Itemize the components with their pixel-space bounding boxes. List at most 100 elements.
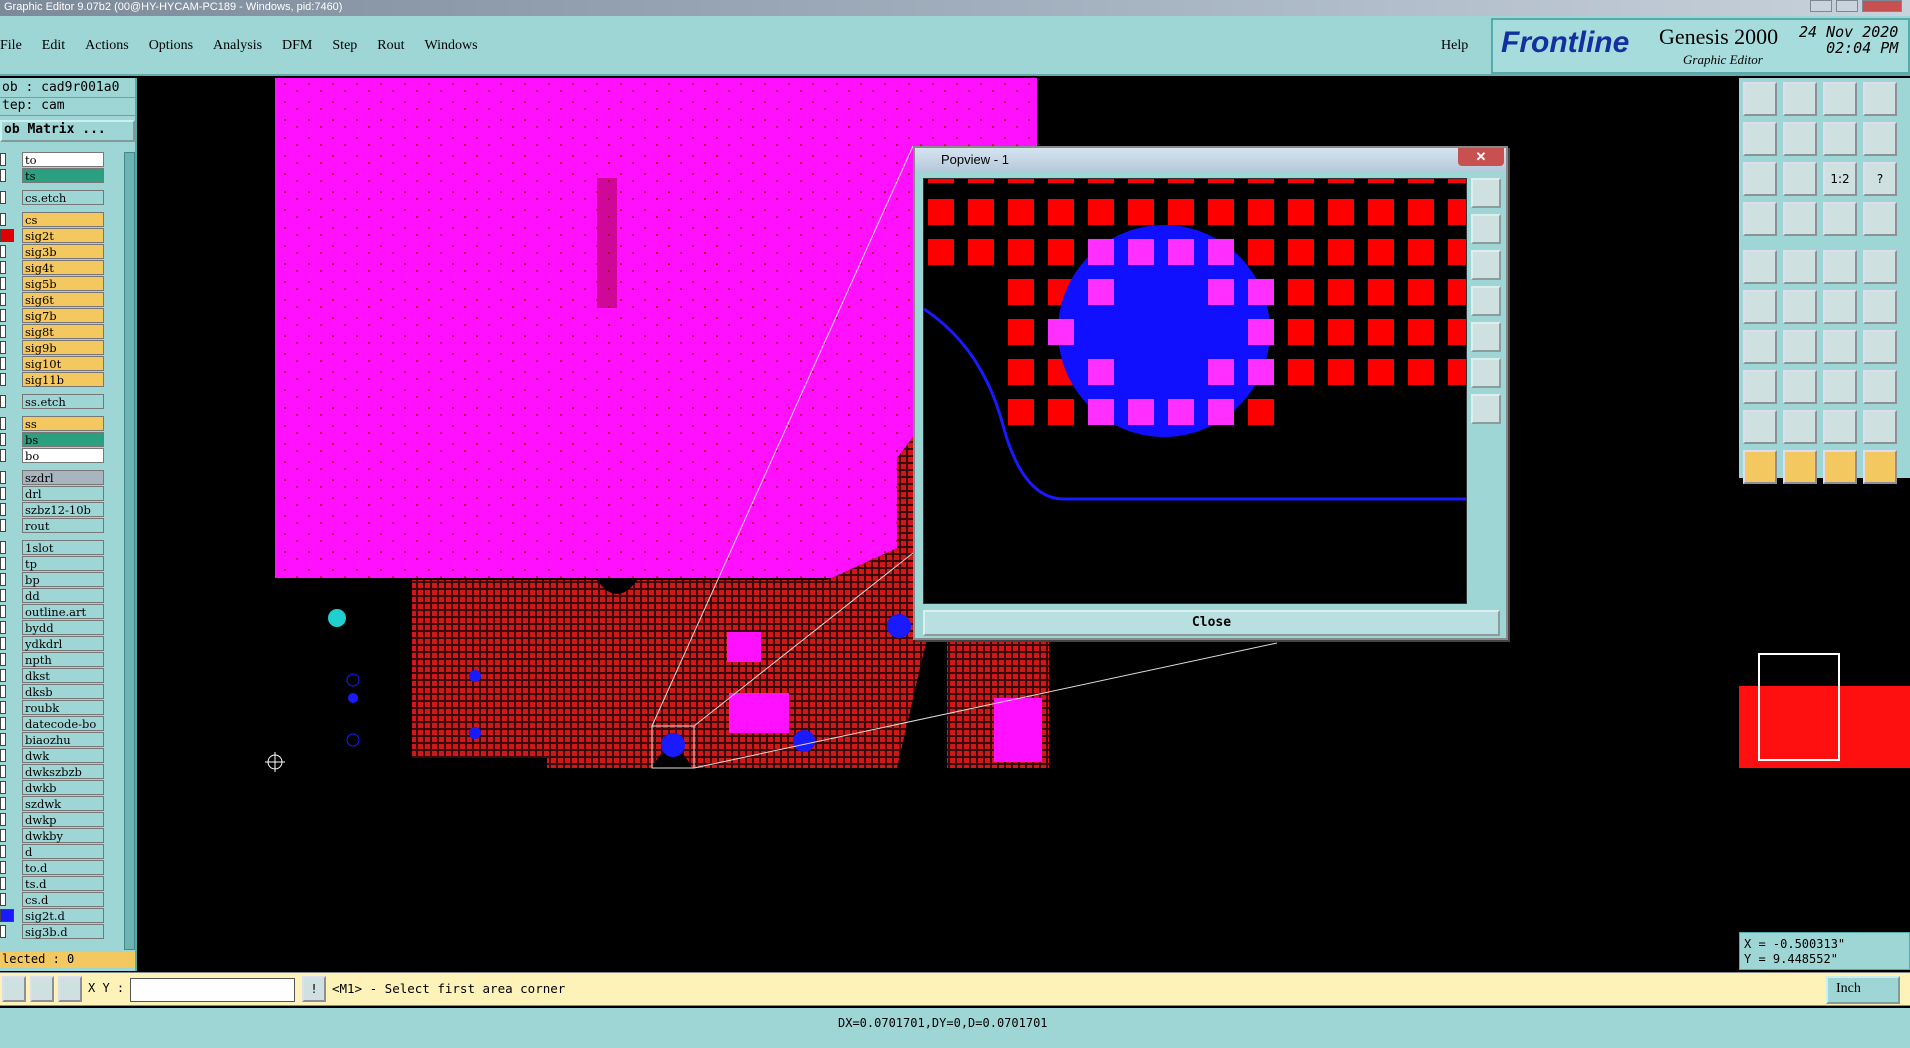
- layer-row[interactable]: bo: [0, 448, 124, 464]
- zoom-out-icon[interactable]: [1863, 82, 1897, 116]
- warning-icon[interactable]: !: [302, 976, 326, 1002]
- dot-icon[interactable]: [1863, 250, 1897, 284]
- layer-row[interactable]: bs: [0, 432, 124, 448]
- layer-row[interactable]: ss.etch: [0, 394, 124, 410]
- pointer2-icon[interactable]: [1783, 450, 1817, 484]
- layer-row[interactable]: sig3b: [0, 244, 124, 260]
- pad-icon[interactable]: [1823, 370, 1857, 404]
- fit-icon[interactable]: [1743, 162, 1777, 196]
- menu-step[interactable]: Step: [332, 38, 357, 54]
- layer-row[interactable]: dwkszbzb: [0, 764, 124, 780]
- popview-close-button[interactable]: Close: [923, 610, 1500, 636]
- measure-bar-icon[interactable]: [1823, 250, 1857, 284]
- triangle2-icon[interactable]: [1783, 410, 1817, 444]
- layer-row[interactable]: dwkby: [0, 828, 124, 844]
- home-icon[interactable]: [1823, 82, 1857, 116]
- popview-close-icon[interactable]: ✕: [1458, 148, 1504, 166]
- layer-checkbox[interactable]: [0, 589, 6, 602]
- layer-checkbox[interactable]: [0, 765, 6, 778]
- layer-row[interactable]: sig4t: [0, 260, 124, 276]
- layer-right-icon[interactable]: [1863, 202, 1897, 236]
- layer-checkbox[interactable]: [0, 245, 6, 258]
- snap-icon[interactable]: [2, 976, 26, 1002]
- layer-row[interactable]: cs: [0, 212, 124, 228]
- layer-checkbox[interactable]: [0, 229, 14, 242]
- triangle3-icon[interactable]: [1823, 410, 1857, 444]
- slash-icon[interactable]: [1783, 330, 1817, 364]
- layer-checkbox[interactable]: [0, 893, 6, 906]
- connect-icon[interactable]: [1743, 290, 1777, 324]
- layer-row[interactable]: npth: [0, 652, 124, 668]
- angle-icon[interactable]: [1743, 330, 1777, 364]
- layer-checkbox[interactable]: [0, 909, 14, 922]
- layer-checkbox[interactable]: [0, 797, 6, 810]
- dimension-icon[interactable]: [1743, 202, 1777, 236]
- layer-row[interactable]: dwkp: [0, 812, 124, 828]
- open-step-icon[interactable]: [1743, 82, 1777, 116]
- layer-row[interactable]: cs.d: [0, 892, 124, 908]
- layer-row[interactable]: outline.art: [0, 604, 124, 620]
- measure-icon[interactable]: [30, 976, 54, 1002]
- layer-row[interactable]: to: [0, 152, 124, 168]
- layer-checkbox[interactable]: [0, 749, 6, 762]
- zoom-prev-icon[interactable]: [1743, 122, 1777, 156]
- layer-checkbox[interactable]: [0, 191, 6, 204]
- layer-row[interactable]: datecode-bo: [0, 716, 124, 732]
- grid-icon[interactable]: [58, 976, 82, 1002]
- layer-row[interactable]: cs.etch: [0, 190, 124, 206]
- menu-actions[interactable]: Actions: [85, 38, 129, 54]
- layer-checkbox[interactable]: [0, 717, 6, 730]
- layer-checkbox[interactable]: [0, 373, 6, 386]
- layer-checkbox[interactable]: [0, 877, 6, 890]
- layer-checkbox[interactable]: [0, 573, 6, 586]
- pad-multi-icon[interactable]: [1863, 370, 1897, 404]
- ratio-icon[interactable]: 1:2: [1823, 162, 1857, 196]
- minimap[interactable]: [1739, 646, 1910, 846]
- layer-checkbox[interactable]: [0, 653, 6, 666]
- scroll-icon[interactable]: [1863, 122, 1897, 156]
- layer-checkbox[interactable]: [0, 621, 6, 634]
- layer-row[interactable]: szdrl: [0, 470, 124, 486]
- popview-up-icon[interactable]: [1471, 214, 1501, 244]
- layer-checkbox[interactable]: [0, 503, 6, 516]
- layer-row[interactable]: dkst: [0, 668, 124, 684]
- layer-row[interactable]: sig8t: [0, 324, 124, 340]
- layer-checkbox[interactable]: [0, 845, 6, 858]
- fit-selected-icon[interactable]: [1783, 162, 1817, 196]
- layer-row[interactable]: sig6t: [0, 292, 124, 308]
- layer-row[interactable]: tp: [0, 556, 124, 572]
- layer-row[interactable]: sig7b: [0, 308, 124, 324]
- popview-canvas[interactable]: [923, 178, 1467, 604]
- node-icon[interactable]: [1823, 290, 1857, 324]
- layer-row[interactable]: dksb: [0, 684, 124, 700]
- popview-down-icon[interactable]: [1471, 250, 1501, 280]
- layer-checkbox[interactable]: [0, 261, 6, 274]
- triangle1-icon[interactable]: [1743, 410, 1777, 444]
- layer-checkbox[interactable]: [0, 701, 6, 714]
- layer-row[interactable]: ydkdrl: [0, 636, 124, 652]
- menu-analysis[interactable]: Analysis: [213, 38, 262, 54]
- menu-edit[interactable]: Edit: [42, 38, 65, 54]
- layer-row[interactable]: rout: [0, 518, 124, 534]
- layer-checkbox[interactable]: [0, 357, 6, 370]
- layer-row[interactable]: to.d: [0, 860, 124, 876]
- pointer-icon[interactable]: [1743, 450, 1777, 484]
- layer-row[interactable]: szdwk: [0, 796, 124, 812]
- layer-checkbox[interactable]: [0, 395, 6, 408]
- point-icon[interactable]: [1743, 370, 1777, 404]
- layer-checkbox[interactable]: [0, 169, 6, 182]
- units-select[interactable]: Inch: [1826, 976, 1900, 1004]
- layer-checkbox[interactable]: [0, 685, 6, 698]
- layer-row[interactable]: sig11b: [0, 372, 124, 388]
- layer-checkbox[interactable]: [0, 433, 6, 446]
- layer-row[interactable]: dd: [0, 588, 124, 604]
- layer-checkbox[interactable]: [0, 829, 6, 842]
- maximize-button[interactable]: [1836, 0, 1858, 12]
- layer-checkbox[interactable]: [0, 309, 6, 322]
- layer-row[interactable]: ts.d: [0, 876, 124, 892]
- layer-checkbox[interactable]: [0, 417, 6, 430]
- layer-row[interactable]: roubk: [0, 700, 124, 716]
- layer-checkbox[interactable]: [0, 341, 6, 354]
- menu-options[interactable]: Options: [149, 38, 193, 54]
- layer-checkbox[interactable]: [0, 487, 6, 500]
